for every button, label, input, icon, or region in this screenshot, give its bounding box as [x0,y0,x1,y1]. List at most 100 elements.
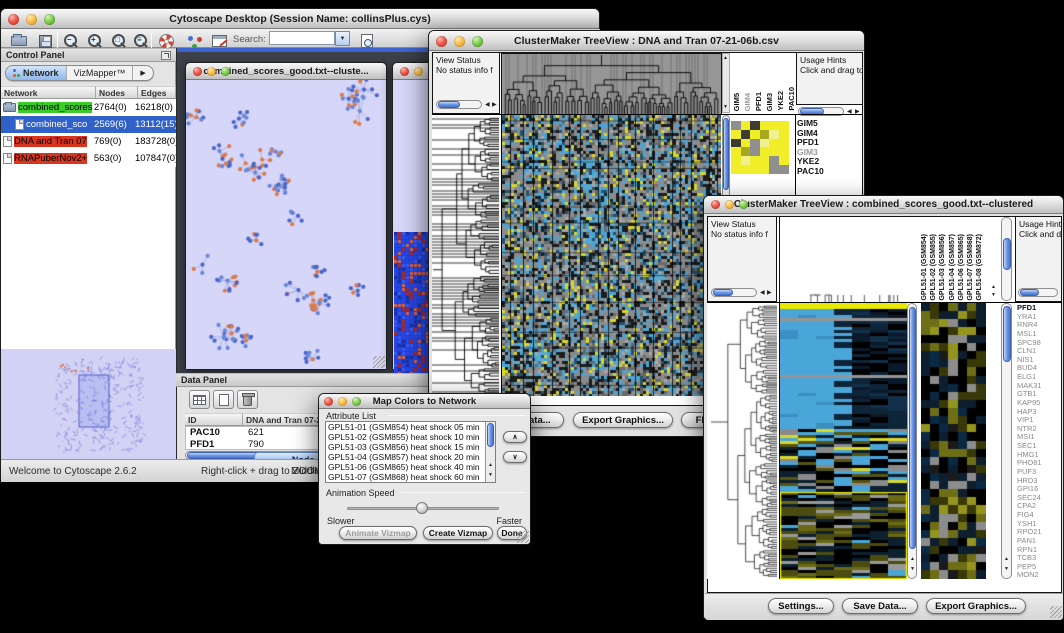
gene-label[interactable]: MON2 [1017,571,1062,580]
zoom-button[interactable] [221,67,230,76]
move-attribute-up-button[interactable]: ∧ [503,431,527,443]
close-button[interactable] [436,36,447,47]
close-button[interactable] [324,397,333,406]
zoom-heatmap-cell[interactable] [769,139,779,148]
zoom-heatmap-cell[interactable] [760,139,770,148]
scroll-right-arrow-icon[interactable]: ▶ [492,102,497,108]
attribute-list-item[interactable]: GPL51-07 (GSM868) heat shock 60 min [326,472,495,482]
close-button[interactable] [711,200,720,209]
tab-vizmapper[interactable]: VizMapper™ [67,66,134,80]
zoom-heatmap-cell[interactable] [779,130,789,139]
zoom-button[interactable] [44,14,55,25]
zoom-heatmap-cell[interactable] [779,139,789,148]
tv2-vscrollbar[interactable]: ▲ ▼ [907,303,917,579]
zoom-heatmap-cell[interactable] [750,165,760,174]
zoom-button[interactable] [739,200,748,209]
minimize-button[interactable] [338,397,347,406]
zoom-heatmap-cell[interactable] [769,165,779,174]
data-row-id[interactable]: PAC10 [190,427,220,438]
scrollbar-thumb[interactable] [909,307,916,549]
network-overview-panel[interactable] [1,349,176,459]
zoom-heatmap-cell[interactable] [731,130,741,139]
attribute-list-item[interactable]: GPL51-04 (GSM857) heat shock 20 min [326,452,495,462]
search-input[interactable] [269,31,335,45]
zoom-heatmap-cell[interactable] [731,165,741,174]
scroll-up-arrow-icon[interactable]: ▲ [991,284,996,290]
zoom-heatmap-cell[interactable] [769,147,779,156]
zoom-button[interactable] [472,36,483,47]
network-list-row[interactable]: RNAPuberNov2+563(0)107847(0) [1,150,176,167]
tv1-gene-dendrogram[interactable] [432,115,499,396]
tv1-top-scroll-strip[interactable]: ▲ ▼ [722,53,730,113]
network-canvas[interactable] [186,80,386,369]
network-list-row[interactable]: combined_scores2764(0)16218(0) [1,99,176,116]
network-list-row[interactable]: DNA and Tran 07769(0)183728(0) [1,133,176,150]
tab-network[interactable]: Network [6,66,67,80]
zoom-heatmap-cell[interactable] [731,121,741,130]
zoom-heatmap-cell[interactable] [731,147,741,156]
data-row-value[interactable]: 790 [248,439,264,450]
zoom-heatmap-cell[interactable] [779,156,789,165]
zoom-heatmap-cell[interactable] [769,121,779,130]
export-graphics-button[interactable]: Export Graphics... [926,598,1026,614]
tv2-zoom-heatmap[interactable] [921,303,986,579]
zoom-heatmap-cell[interactable] [769,130,779,139]
minimize-button[interactable] [725,200,734,209]
main-title-bar[interactable]: Cytoscape Desktop (Session Name: collins… [1,9,599,29]
zoom-heatmap-cell[interactable] [760,156,770,165]
close-button[interactable] [8,14,19,25]
tv1-zoom-heatmap[interactable] [731,121,789,174]
zoom-heatmap-cell[interactable] [750,156,760,165]
minimize-button[interactable] [454,36,465,47]
scroll-up-arrow-icon[interactable]: ▲ [910,556,915,562]
minimize-button[interactable] [26,14,37,25]
tv2-genes-vscrollbar[interactable]: ▲ ▼ [1001,303,1012,579]
scrollbar-thumb[interactable] [1020,289,1039,296]
zoom-heatmap-cell[interactable] [750,130,760,139]
move-attribute-down-button[interactable]: ∨ [503,451,527,463]
save-data-button[interactable]: Save Data... [842,598,918,614]
tv2-hints-hscrollbar[interactable] [1018,288,1058,297]
scroll-down-arrow-icon[interactable]: ▼ [910,566,915,572]
animate-vizmap-button[interactable]: Animate Vizmap [339,526,417,540]
zoom-heatmap-cell[interactable] [760,147,770,156]
minimize-button[interactable] [207,67,216,76]
treeview1-title-bar[interactable]: ClusterMaker TreeView : DNA and Tran 07-… [429,31,864,51]
resize-grip[interactable] [1050,606,1062,618]
zoom-heatmap-cell[interactable] [731,139,741,148]
tab-overflow-arrow[interactable]: ▶ [133,66,152,80]
zoom-heatmap-cell[interactable] [741,139,751,148]
tv1-column-dendrogram[interactable] [501,53,722,115]
zoom-heatmap-cell[interactable] [741,130,751,139]
treeview2-title-bar[interactable]: ClusterMaker TreeView : combined_scores_… [704,196,1063,214]
attribute-list-item[interactable]: GPL51-06 (GSM865) heat shock 40 min [326,462,495,472]
delete-attribute-icon[interactable] [237,390,258,409]
zoom-heatmap-cell[interactable] [750,121,760,130]
tv2-gene-dendrogram[interactable] [707,303,777,579]
zoom-heatmap-cell[interactable] [750,147,760,156]
scroll-up-arrow-icon[interactable]: ▲ [723,55,728,61]
scroll-down-arrow-icon[interactable]: ▼ [1004,566,1009,572]
scrollbar-thumb[interactable] [713,289,733,296]
tv2-heatmap[interactable] [779,303,907,579]
network-list-row[interactable]: combined_sco2569(6)13112(15) [1,116,176,133]
data-row-value[interactable]: 621 [248,427,264,438]
zoom-button[interactable] [352,397,361,406]
zoom-heatmap-cell[interactable] [779,147,789,156]
zoom-heatmap-cell[interactable] [760,121,770,130]
resize-grip[interactable] [373,356,385,368]
attribute-list-item[interactable]: GPL51-03 (GSM856) heat shock 15 min [326,442,495,452]
scroll-left-arrow-icon[interactable]: ◀ [760,290,765,296]
attribute-list-vscrollbar[interactable]: ▲ ▼ [485,422,495,482]
dialog-title-bar[interactable]: Map Colors to Network [319,394,530,409]
zoom-heatmap-cell[interactable] [779,121,789,130]
settings-button[interactable]: Settings... [768,598,834,614]
tv1-status-hscrollbar[interactable] [436,100,482,109]
scroll-up-arrow-icon[interactable]: ▲ [488,462,493,468]
zoom-heatmap-cell[interactable] [741,156,751,165]
zoom-heatmap-cell[interactable] [741,147,751,156]
zoom-heatmap-cell[interactable] [741,121,751,130]
minimize-button[interactable] [414,67,423,76]
scroll-left-arrow-icon[interactable]: ◀ [485,102,490,108]
zoom-heatmap-cell[interactable] [741,165,751,174]
